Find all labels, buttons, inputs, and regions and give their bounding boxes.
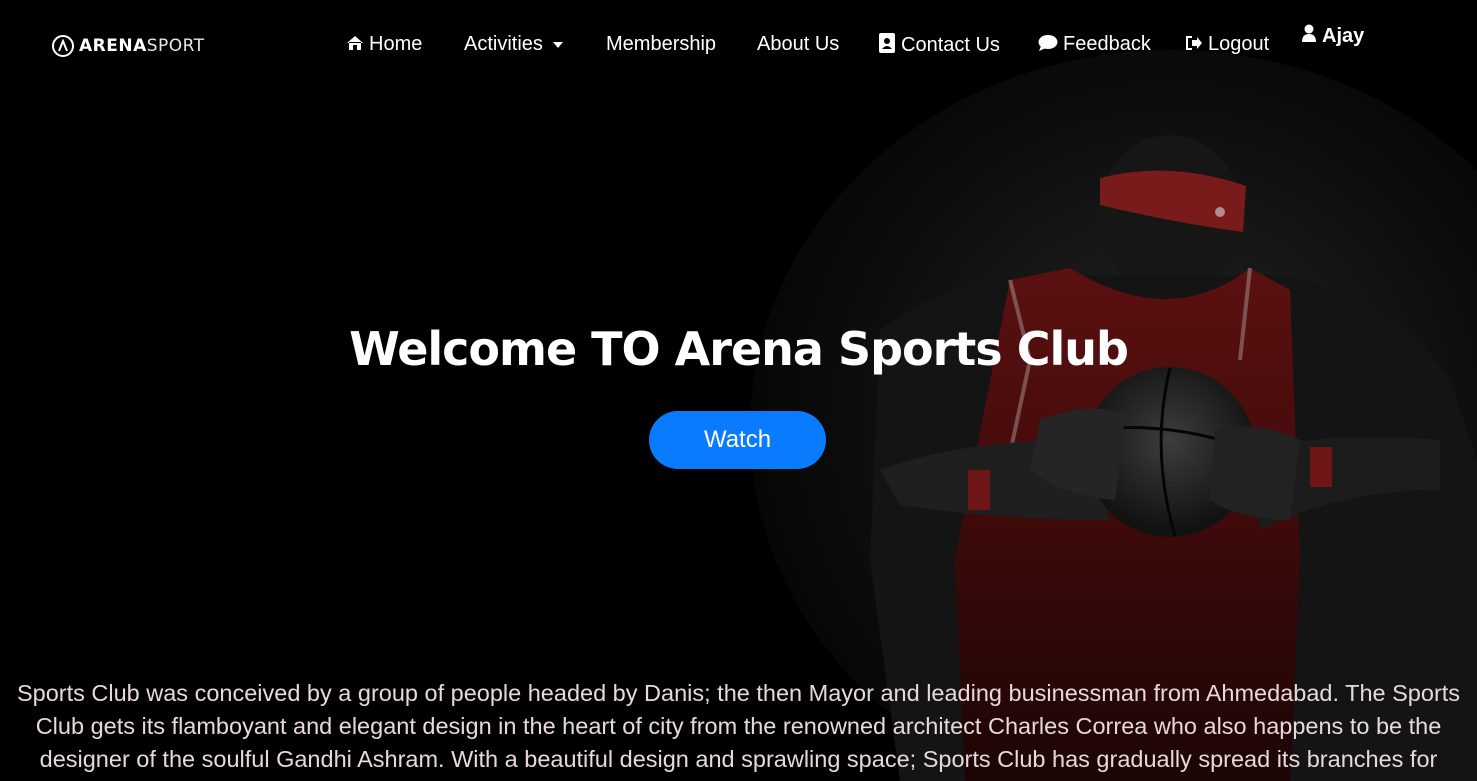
home-icon [346,35,364,55]
chat-bubble-icon [1038,34,1058,56]
nav-logout-label: Logout [1208,33,1270,55]
chevron-down-icon [552,41,563,48]
page: ARENA SPORT Home Activities Membership Ab… [0,0,1477,781]
about-paragraph: Sports Club was conceived by a group of … [16,680,1461,772]
nav-home[interactable]: Home [346,33,422,56]
logout-icon [1185,35,1203,55]
nav-contact-us[interactable]: Contact Us [879,33,1000,57]
nav-about-label: About Us [757,33,840,55]
contact-book-icon [879,33,896,57]
nav-activities-label: Activities [464,33,543,55]
nav-feedback-label: Feedback [1063,33,1151,55]
nav-membership[interactable]: Membership [606,33,716,56]
nav-logout[interactable]: Logout [1185,33,1269,56]
top-navbar: ARENA SPORT Home Activities Membership Ab… [0,0,1477,92]
brand-name-bold: ARENA [79,36,147,56]
nav-contact-label: Contact Us [901,33,1000,56]
watch-button[interactable]: Watch [649,411,826,469]
nav-home-label: Home [369,33,423,55]
nav-feedback[interactable]: Feedback [1038,33,1151,56]
arena-logo-icon [52,35,74,57]
nav-about-us[interactable]: About Us [757,33,839,56]
hero-title: Welcome TO Arena Sports Club [349,322,1129,376]
hero-background-image [0,0,1477,781]
user-name: Ajay [1322,24,1365,47]
user-menu[interactable]: Ajay [1302,24,1364,48]
brand-name-light: SPORT [146,36,205,56]
nav-membership-label: Membership [606,33,717,55]
brand-logo[interactable]: ARENA SPORT [52,32,205,60]
user-icon [1302,24,1316,48]
nav-activities-dropdown[interactable]: Activities [464,33,563,56]
